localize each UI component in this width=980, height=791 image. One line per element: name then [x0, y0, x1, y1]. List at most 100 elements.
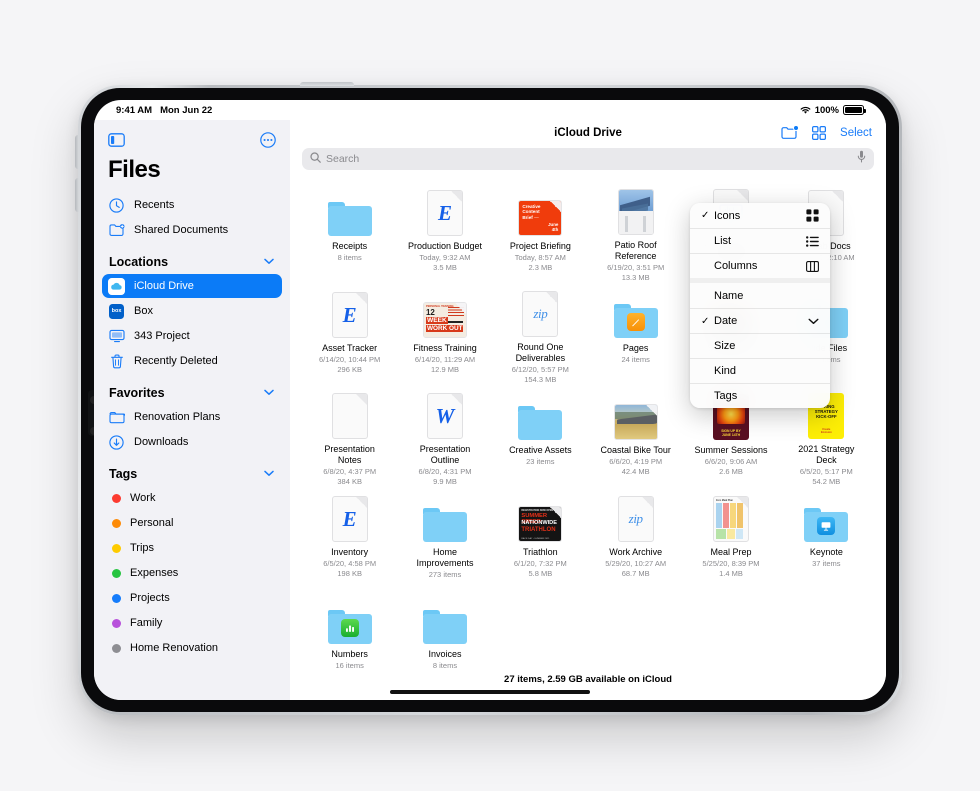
search-input[interactable]: Search	[302, 148, 874, 170]
sidebar-tag-label: Family	[130, 617, 163, 629]
file-thumbnail: E	[422, 186, 468, 236]
menu-item-list[interactable]: List	[690, 228, 830, 253]
sidebar-tag-personal[interactable]: Personal	[102, 511, 282, 535]
volume-down-button[interactable]	[75, 178, 79, 212]
menu-item-label: Tags	[714, 390, 738, 402]
file-name: Project Briefing	[509, 241, 571, 251]
file-name: Receipts	[332, 241, 368, 251]
select-button[interactable]: Select	[840, 127, 872, 139]
chevron-down-icon[interactable]	[264, 469, 274, 480]
menu-item-kind[interactable]: Kind	[690, 358, 830, 383]
sidebar-item-recently-deleted[interactable]: Recently Deleted	[102, 349, 282, 373]
sidebar-tag-label: Home Renovation	[130, 642, 219, 654]
file-name: Presentation Outline	[419, 444, 471, 465]
sidebar-section-header-locations[interactable]: Locations	[94, 243, 290, 273]
home-indicator[interactable]	[390, 690, 590, 694]
file-item[interactable]: Creative Assets 23 items	[493, 386, 588, 486]
file-meta: 8 items	[337, 253, 362, 262]
menu-item-date[interactable]: ✓ Date	[690, 308, 830, 333]
file-name: Home Improvements	[416, 547, 474, 568]
file-item[interactable]: E Production Budget Today, 9:32 AM 3.5 MB	[397, 182, 492, 282]
sidebar-item-recents[interactable]: Recents	[102, 193, 282, 217]
menu-item-name[interactable]: Name	[690, 283, 830, 308]
file-meta: 6/6/20, 9:06 AM 2.6 MB	[704, 457, 758, 476]
sidebar-item-renovation-plans[interactable]: Renovation Plans	[102, 405, 282, 429]
file-name: Triathlon	[522, 547, 558, 557]
document-icon-zip: zip	[617, 496, 654, 542]
menu-item-tags[interactable]: Tags	[690, 383, 830, 408]
sidebar-tag-home-renovation[interactable]: Home Renovation	[102, 636, 282, 660]
file-item[interactable]: Invoices 8 items	[397, 590, 492, 670]
file-item[interactable]: Pages 24 items	[588, 284, 683, 384]
new-folder-icon[interactable]	[781, 125, 800, 140]
file-item[interactable]: Zero Meal Plan Meal Prep 5/25/20, 8:39 PM 1…	[683, 488, 778, 588]
section-header-label: Tags	[109, 467, 138, 481]
file-name: Creative Assets	[509, 445, 572, 455]
tag-color-dot	[112, 493, 121, 503]
grid-view-icon[interactable]	[812, 126, 827, 140]
folder-icon-pages	[613, 304, 658, 338]
ellipsis-circle-icon[interactable]	[260, 132, 276, 148]
file-item[interactable]: Patio Roof Reference 6/19/20, 3:51 PM 13.3…	[588, 182, 683, 282]
sidebar-toggle-icon[interactable]	[108, 133, 125, 147]
menu-item-columns[interactable]: Columns	[690, 253, 830, 278]
file-thumbnail: W	[422, 390, 468, 439]
sidebar-tag-expenses[interactable]: Expenses	[102, 561, 282, 585]
sidebar-item-shared-documents[interactable]: Shared Documents	[102, 218, 282, 242]
file-meta: 6/8/20, 4:37 PM 384 KB	[323, 467, 377, 486]
status-time: 9:41 AM	[116, 104, 153, 116]
sidebar-item-icloud-drive[interactable]: iCloud Drive	[102, 274, 282, 298]
file-name: Asset Tracker	[322, 343, 378, 353]
menu-item-icons[interactable]: ✓ Icons	[690, 203, 830, 228]
volume-up-button[interactable]	[75, 135, 79, 169]
poster-thumbnail-project-briefing: Creative Content Brief — June 4th	[518, 200, 563, 236]
file-thumbnail: Zero Meal Plan	[708, 492, 754, 542]
power-button[interactable]	[300, 82, 354, 86]
file-meta: 6/5/20, 4:58 PM 198 KB	[323, 559, 377, 578]
sidebar-tag-projects[interactable]: Projects	[102, 586, 282, 610]
sidebar-item-box[interactable]: box Box	[102, 299, 282, 323]
file-meta: 6/19/20, 3:51 PM 13.3 MB	[607, 263, 665, 282]
menu-item-size[interactable]: Size	[690, 333, 830, 358]
file-item[interactable]: REGISTRATION NOW OPEN SUMMER SPEED NATIONW…	[493, 488, 588, 588]
file-item[interactable]: Keynote 37 items	[779, 488, 874, 588]
tag-color-dot	[112, 543, 121, 553]
sidebar-tag-trips[interactable]: Trips	[102, 536, 282, 560]
file-grid-scroll[interactable]: Receipts 8 items E Production Budget Today, …	[290, 176, 886, 670]
file-item[interactable]: Receipts 8 items	[302, 182, 397, 282]
file-item[interactable]: zip Round One Deliverables 6/12/20, 5:57 P…	[493, 284, 588, 384]
file-item[interactable]: Home Improvements 273 items	[397, 488, 492, 588]
footer-status: 27 items, 2.59 GB available on iCloud	[290, 670, 886, 700]
file-item[interactable]: Coastal Bike Tour 6/6/20, 4:19 PM 42.4 MB	[588, 386, 683, 486]
menu-item-label: Date	[714, 315, 738, 327]
file-item[interactable]: zip Work Archive 5/29/20, 10:27 AM 68.7 MB	[588, 488, 683, 588]
clock-icon	[108, 197, 125, 214]
file-thumbnail	[613, 288, 659, 338]
photo-thumbnail-coastal-bike-tour	[613, 404, 658, 440]
sidebar-item-343-project[interactable]: 343 Project	[102, 324, 282, 348]
file-item[interactable]: Numbers 16 items	[302, 590, 397, 670]
chevron-down-icon[interactable]	[264, 388, 274, 399]
sidebar-section-header-favorites[interactable]: Favorites	[94, 374, 290, 404]
status-bar: 9:41 AM Mon Jun 22 100%	[94, 100, 886, 120]
sidebar-section-header-tags[interactable]: Tags	[94, 455, 290, 485]
file-item[interactable]: E Inventory 6/5/20, 4:58 PM 198 KB	[302, 488, 397, 588]
file-item[interactable]: PERSONAL TRAINING 12 WEEK WORK OUT Fitness T…	[397, 284, 492, 384]
document-icon-zip: zip	[522, 291, 559, 337]
sidebar-tag-family[interactable]: Family	[102, 611, 282, 635]
sidebar-item-downloads[interactable]: Downloads	[102, 430, 282, 454]
file-item[interactable]: Creative Content Brief — June 4th Project Bri…	[493, 182, 588, 282]
sidebar-tag-label: Expenses	[130, 567, 179, 579]
file-thumbnail	[422, 594, 468, 644]
file-thumbnail: REGISTRATION NOW OPEN SUMMER SPEED NATIONW…	[517, 492, 563, 542]
file-item[interactable]: Presentation Notes 6/8/20, 4:37 PM 384 KB	[302, 386, 397, 486]
battery-icon	[843, 105, 866, 115]
sidebar-tag-work[interactable]: Work	[102, 486, 282, 510]
file-item[interactable]: E Asset Tracker 6/14/20, 10:44 PM 296 KB	[302, 284, 397, 384]
sidebar-item-label: Downloads	[134, 436, 189, 448]
view-options-menu[interactable]: ✓ Icons List Columns Name ✓ Date Size Kind Tags	[690, 203, 830, 408]
file-item[interactable]: W Presentation Outline 6/8/20, 4:31 PM 9.9 …	[397, 386, 492, 486]
chevron-down-icon[interactable]	[264, 257, 274, 268]
microphone-icon[interactable]	[857, 150, 866, 168]
icloud-icon	[108, 277, 125, 295]
